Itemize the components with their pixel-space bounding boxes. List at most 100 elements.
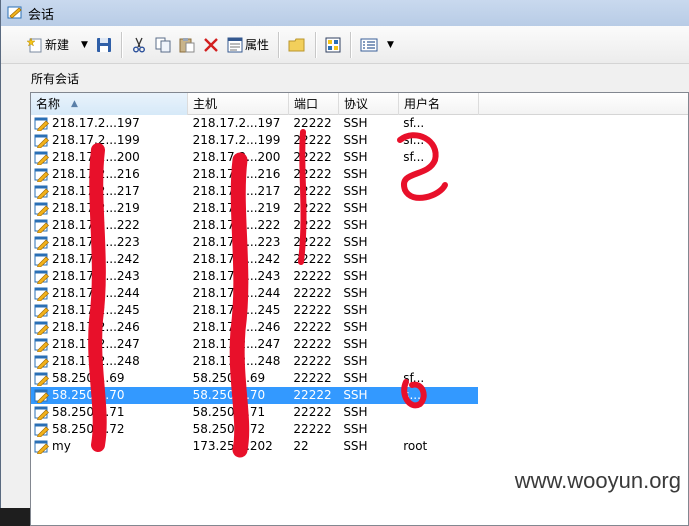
- properties-button-label: 属性: [244, 38, 269, 52]
- session-name-cell: 58.250....70: [31, 387, 188, 404]
- session-row[interactable]: 218.17.2...217 218.17.2...217 22222 SSH: [31, 183, 478, 200]
- properties-button[interactable]: 属性: [223, 32, 273, 58]
- session-icon: [34, 304, 50, 318]
- session-port: 22222: [293, 405, 332, 419]
- session-name-cell: 218.17.2...243: [31, 268, 188, 285]
- session-port: 22222: [293, 337, 332, 351]
- session-user: root: [403, 439, 428, 453]
- session-row[interactable]: 218.17.2...248 218.17.2...248 22222 SSH: [31, 353, 478, 370]
- toolbar-separator: [277, 31, 279, 58]
- session-icon: [34, 355, 50, 369]
- session-protocol: SSH: [343, 388, 368, 402]
- session-port: 22222: [293, 133, 332, 147]
- cut-button[interactable]: [127, 32, 151, 58]
- session-name: my: [52, 439, 71, 453]
- session-protocol: SSH: [343, 133, 368, 147]
- session-name: 218.17.2...245: [52, 303, 140, 317]
- session-row[interactable]: 218.17.2...242 218.17.2...242 22222 SSH: [31, 251, 478, 268]
- session-host: 218.17.2...248: [192, 354, 281, 368]
- session-row[interactable]: 218.17.2...216 218.17.2...216 22222 SSH: [31, 166, 478, 183]
- session-name-cell: 218.17.2...217: [31, 183, 188, 200]
- cut-icon: [132, 37, 145, 52]
- session-row[interactable]: 218.17.2...200 218.17.2...200 22222 SSH sf..…: [31, 149, 478, 166]
- session-list[interactable]: 名称 ▲ 主机 端口 协议 用户名 218.17.2...197 218.17.2…: [30, 92, 689, 526]
- session-row[interactable]: 218.17.2...246 218.17.2...246 22222 SSH: [31, 319, 478, 336]
- new-dropdown-button[interactable]: ▼: [73, 32, 92, 58]
- session-user: [398, 166, 478, 183]
- column-header-name-label: 名称: [36, 97, 61, 111]
- session-name: 218.17.2...222: [52, 218, 140, 232]
- session-row[interactable]: 218.17.2...199 218.17.2...199 22222 SSH sf..…: [31, 132, 478, 149]
- session-name: 218.17.2...217: [52, 184, 140, 198]
- column-header-user[interactable]: 用户名: [399, 93, 479, 115]
- session-port: 22222: [293, 252, 332, 266]
- toolbar-separator: [314, 31, 316, 58]
- session-row[interactable]: 218.17.2...222 218.17.2...222 22222 SSH: [31, 217, 478, 234]
- session-host: 218.17.2...223: [192, 235, 281, 249]
- save-button[interactable]: [92, 32, 116, 58]
- delete-button[interactable]: [199, 32, 223, 58]
- session-row[interactable]: 218.17.2...243 218.17.2...243 22222 SSH: [31, 268, 478, 285]
- session-name: 218.17.2...243: [52, 269, 140, 283]
- column-header-name[interactable]: 名称 ▲: [31, 93, 188, 115]
- watermark: www.wooyun.org: [514, 468, 681, 493]
- session-user: [398, 353, 478, 370]
- title-bar[interactable]: 会话: [1, 0, 689, 26]
- session-port: 22222: [293, 218, 332, 232]
- session-name: 58.250....69: [52, 371, 125, 385]
- session-name: 218.17.2...246: [52, 320, 140, 334]
- session-protocol: SSH: [343, 184, 368, 198]
- session-manager-button[interactable]: [321, 32, 345, 58]
- session-icon: [34, 338, 50, 352]
- session-row[interactable]: 218.17.2...197 218.17.2...197 22222 SSH sf..…: [31, 115, 478, 132]
- session-user: [398, 183, 478, 200]
- session-row[interactable]: 218.17.2...223 218.17.2...223 22222 SSH: [31, 234, 478, 251]
- session-name-cell: 218.17.2...222: [31, 217, 188, 234]
- session-name: 218.17.2...244: [52, 286, 140, 300]
- sort-ascending-icon: ▲: [71, 99, 78, 109]
- session-row[interactable]: 218.17.2...219 218.17.2...219 22222 SSH: [31, 200, 478, 217]
- session-user: [398, 268, 478, 285]
- session-name: 218.17.2...248: [52, 354, 140, 368]
- session-port: 22222: [293, 320, 332, 334]
- session-icon: [34, 202, 50, 216]
- session-icon: [34, 423, 50, 437]
- session-port: 22222: [293, 422, 332, 436]
- session-row[interactable]: 58.250....71 58.250....71 22222 SSH: [31, 404, 478, 421]
- column-header-host[interactable]: 主机: [188, 93, 289, 115]
- session-icon: [34, 270, 50, 284]
- session-name-cell: 218.17.2...245: [31, 302, 188, 319]
- session-name: 218.17.2...247: [52, 337, 140, 351]
- session-row[interactable]: 218.17.2...244 218.17.2...244 22222 SSH: [31, 285, 478, 302]
- session-row[interactable]: my 173.25....202 22 SSH root: [31, 438, 478, 455]
- paste-button[interactable]: [175, 32, 199, 58]
- column-header-protocol[interactable]: 协议: [339, 93, 399, 115]
- session-user: [398, 319, 478, 336]
- session-protocol: SSH: [343, 150, 368, 164]
- new-folder-button[interactable]: [284, 32, 310, 58]
- session-row[interactable]: 58.250....69 58.250....69 22222 SSH sf...: [31, 370, 478, 387]
- session-protocol: SSH: [343, 439, 368, 453]
- new-button[interactable]: 新建: [23, 32, 73, 58]
- session-row[interactable]: 58.250....70 58.250....70 22222 SSH s...: [31, 387, 478, 404]
- session-row[interactable]: 58.250....72 58.250....72 22222 SSH: [31, 421, 478, 438]
- session-user: [398, 200, 478, 217]
- session-row[interactable]: 218.17.2...245 218.17.2...245 22222 SSH: [31, 302, 478, 319]
- client-area: 新建 ▼ 属性 ▼ 所有会话 名称 ▲ 主机 端口 协议 用户名 218.17.…: [1, 26, 689, 526]
- column-header-port[interactable]: 端口: [289, 93, 339, 115]
- session-port: 22222: [293, 286, 332, 300]
- session-protocol: SSH: [343, 218, 368, 232]
- copy-button[interactable]: [151, 32, 175, 58]
- session-row[interactable]: 218.17.2...247 218.17.2...247 22222 SSH: [31, 336, 478, 353]
- session-icon: [34, 151, 50, 165]
- save-icon: [96, 37, 111, 52]
- session-protocol: SSH: [343, 201, 368, 215]
- session-manager-icon: [325, 37, 341, 52]
- view-button[interactable]: ▼: [356, 32, 398, 58]
- session-protocol: SSH: [343, 371, 368, 385]
- session-name: 218.17.2...219: [52, 201, 140, 215]
- session-user: sf...: [403, 150, 425, 164]
- session-name-cell: 218.17.2...216: [31, 166, 188, 183]
- session-user: [398, 251, 478, 268]
- session-icon: [34, 236, 50, 250]
